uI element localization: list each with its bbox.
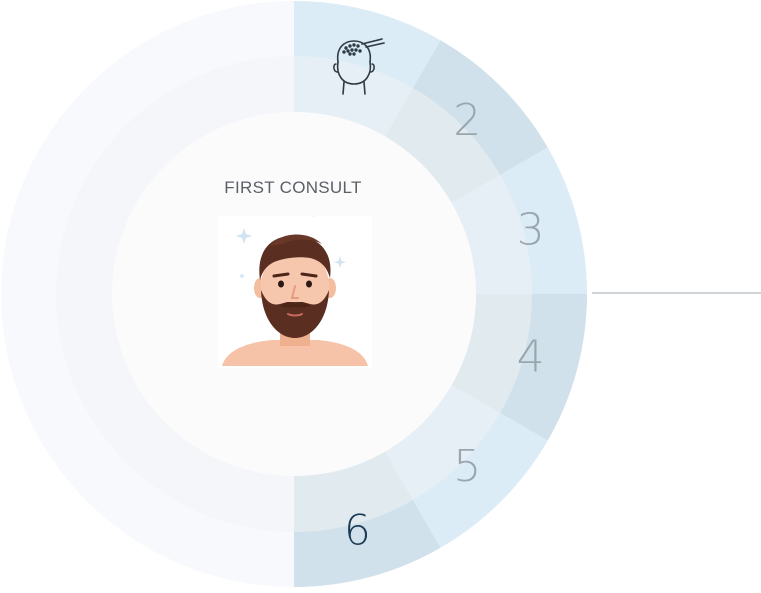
step-label-6: 6 bbox=[344, 506, 371, 555]
step-label-4: 4 bbox=[517, 331, 545, 382]
step-label-3: 3 bbox=[517, 205, 545, 256]
journey-wheel: 2 3 4 5 6 FIRST CONSULT bbox=[0, 0, 761, 588]
step-label-5: 5 bbox=[453, 441, 481, 492]
bearded-man-avatar bbox=[218, 216, 372, 368]
wheel-graphic: 2 3 4 5 6 bbox=[1, 1, 761, 587]
step-label-2: 2 bbox=[453, 95, 481, 146]
center-title: FIRST CONSULT bbox=[224, 178, 362, 197]
